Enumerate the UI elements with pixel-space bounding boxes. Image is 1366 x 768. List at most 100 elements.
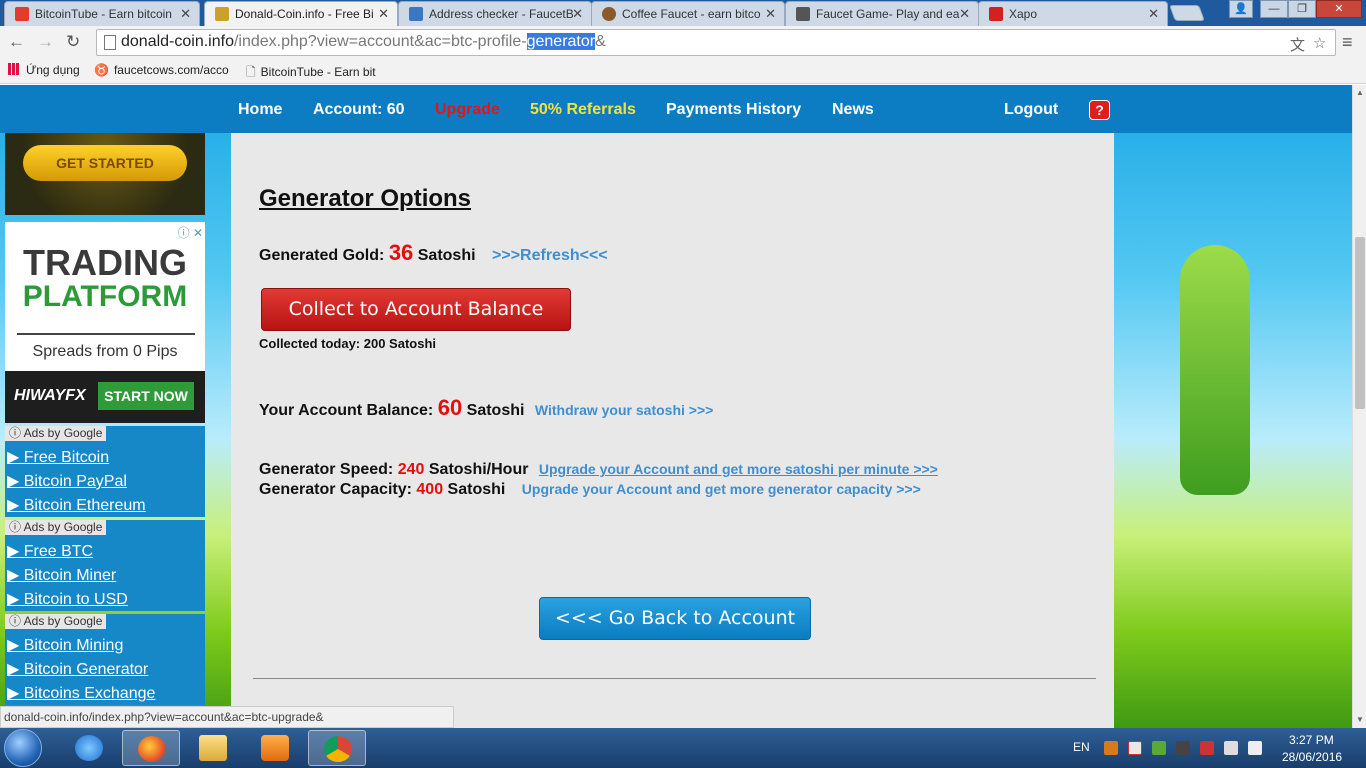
ads-by-google[interactable]: ⓘ Ads by Google bbox=[5, 426, 107, 441]
ads-by-google[interactable]: ⓘ Ads by Google bbox=[5, 614, 107, 629]
tab-label: Address checker - FaucetB bbox=[429, 7, 574, 21]
forward-arrow-icon[interactable]: → bbox=[37, 32, 54, 52]
audio-app-icon[interactable] bbox=[1104, 741, 1118, 755]
clock-date[interactable]: 28/06/2016 bbox=[1282, 750, 1342, 764]
nav-referrals[interactable]: 50% Referrals bbox=[530, 101, 636, 119]
ad-link[interactable]: ▶ Bitcoin Mining bbox=[7, 635, 123, 655]
upgrade-speed-link[interactable]: Upgrade your Account and get more satosh… bbox=[539, 461, 938, 477]
user-icon[interactable]: 👤 bbox=[1229, 0, 1253, 18]
hiwayfx-logo: HIWAYFX bbox=[14, 387, 86, 404]
clock-time[interactable]: 3:27 PM bbox=[1289, 733, 1334, 747]
reload-icon[interactable]: ↻ bbox=[66, 32, 80, 52]
address-bar[interactable]: donald-coin.info/index.php?view=account&… bbox=[96, 29, 1336, 56]
ad-headline: TRADING bbox=[23, 242, 187, 283]
bookmark-faucetcows[interactable]: ♉ faucetcows.com/acco bbox=[94, 63, 229, 77]
upgrade-capacity-link[interactable]: Upgrade your Account and get more genera… bbox=[522, 481, 921, 497]
xapo-favicon-icon bbox=[989, 7, 1003, 21]
tab-donald-coin[interactable]: Donald-Coin.info - Free Bi ✕ bbox=[204, 1, 398, 26]
taskbar-explorer[interactable] bbox=[184, 730, 242, 766]
network-app-icon[interactable] bbox=[1152, 741, 1166, 755]
close-tab-icon[interactable]: ✕ bbox=[959, 6, 970, 22]
monitor-icon[interactable] bbox=[1176, 741, 1190, 755]
ad-link[interactable]: ▶ Bitcoin PayPal bbox=[7, 471, 127, 491]
close-tab-icon[interactable]: ✕ bbox=[180, 6, 191, 22]
collect-button[interactable]: Collect to Account Balance bbox=[261, 288, 571, 331]
maximize-button[interactable]: ❐ bbox=[1288, 0, 1316, 18]
ads-by-google[interactable]: ⓘ Ads by Google bbox=[5, 520, 107, 535]
generated-label: Generated Gold: bbox=[259, 247, 385, 264]
back-arrow-icon[interactable]: ← bbox=[8, 32, 25, 52]
translate-icon[interactable]: 文 bbox=[1290, 34, 1305, 55]
scroll-up-arrow-icon[interactable]: ▲ bbox=[1356, 88, 1364, 97]
cow-icon: ♉ bbox=[94, 63, 109, 77]
ad-banner-get-started[interactable]: GET STARTED bbox=[5, 133, 205, 215]
refresh-link[interactable]: >>>Refresh<<< bbox=[492, 247, 608, 264]
url-tail: & bbox=[595, 33, 606, 50]
nav-upgrade[interactable]: Upgrade bbox=[435, 101, 500, 119]
ad-link[interactable]: ▶ Bitcoin Generator bbox=[7, 659, 148, 679]
balance-value: 60 bbox=[437, 395, 463, 420]
tab-label: Coffee Faucet - earn bitco bbox=[622, 7, 761, 21]
tab-address-checker[interactable]: Address checker - FaucetB ✕ bbox=[398, 1, 592, 26]
tab-faucet-game[interactable]: Faucet Game- Play and ea ✕ bbox=[785, 1, 979, 26]
bookmark-star-icon[interactable]: ☆ bbox=[1313, 34, 1326, 52]
ad-choices-icon[interactable]: ⓘ ✕ bbox=[178, 224, 203, 241]
withdraw-link[interactable]: Withdraw your satoshi >>> bbox=[535, 402, 713, 418]
media-player-icon bbox=[261, 735, 289, 761]
ad-link[interactable]: ▶ Free Bitcoin bbox=[7, 447, 109, 467]
taskbar-chrome[interactable] bbox=[308, 730, 366, 766]
tab-xapo[interactable]: Xapo ✕ bbox=[978, 1, 1168, 26]
bookmark-apps[interactable]: Ứng dụng bbox=[8, 63, 80, 77]
url-text[interactable]: donald-coin.info/index.php?view=account&… bbox=[121, 33, 606, 51]
speed-label: Generator Speed: bbox=[259, 461, 394, 478]
tab-label: Faucet Game- Play and ea bbox=[816, 7, 960, 21]
scroll-down-arrow-icon[interactable]: ▼ bbox=[1356, 715, 1364, 724]
ad-link[interactable]: ▶ Bitcoin Ethereum bbox=[7, 495, 146, 515]
nav-logout[interactable]: Logout bbox=[1004, 101, 1058, 119]
tab-coffee-faucet[interactable]: Coffee Faucet - earn bitco ✕ bbox=[591, 1, 785, 26]
ad-link[interactable]: ▶ Free BTC bbox=[7, 541, 93, 561]
back-to-account-button[interactable]: <<< Go Back to Account bbox=[539, 597, 811, 640]
close-tab-icon[interactable]: ✕ bbox=[1148, 6, 1159, 22]
help-icon[interactable]: ? bbox=[1089, 100, 1110, 120]
url-path: /index.php?view=account&ac=btc-profile- bbox=[233, 33, 527, 50]
nav-account[interactable]: Account: 60 bbox=[313, 101, 405, 119]
get-started-button[interactable]: GET STARTED bbox=[23, 145, 187, 181]
volume-icon[interactable] bbox=[1248, 741, 1262, 755]
close-tab-icon[interactable]: ✕ bbox=[572, 6, 583, 22]
taskbar-media[interactable] bbox=[246, 730, 304, 766]
ad-headline-2: PLATFORM bbox=[22, 280, 188, 313]
bookmark-label: BitcoinTube - Earn bit bbox=[260, 65, 376, 79]
minimize-button[interactable]: — bbox=[1260, 0, 1288, 18]
nav-home[interactable]: Home bbox=[238, 101, 282, 119]
ad-link[interactable]: ▶ Bitcoin to USD bbox=[7, 589, 128, 609]
v-app-icon[interactable] bbox=[1128, 741, 1142, 755]
scroll-thumb[interactable] bbox=[1355, 237, 1365, 409]
nav-payments-history[interactable]: Payments History bbox=[666, 101, 801, 119]
firefox-icon bbox=[138, 736, 166, 762]
start-button[interactable] bbox=[4, 729, 42, 767]
taskbar-ie[interactable] bbox=[60, 730, 118, 766]
ad-link[interactable]: ▶ Bitcoin Miner bbox=[7, 565, 116, 585]
language-indicator[interactable]: EN bbox=[1073, 740, 1090, 754]
balance-label: Your Account Balance: bbox=[259, 402, 434, 419]
ad-trading-platform[interactable]: ⓘ ✕ TRADING PLATFORM Spreads from 0 Pips… bbox=[5, 222, 205, 423]
bookmark-bitcointube[interactable]: 🗋 BitcoinTube - Earn bit bbox=[246, 63, 376, 84]
browser-menu-icon[interactable]: ≡ bbox=[1342, 32, 1353, 53]
collected-today: Collected today: 200 Satoshi bbox=[259, 336, 436, 351]
nav-news[interactable]: News bbox=[832, 101, 874, 119]
close-tab-icon[interactable]: ✕ bbox=[378, 6, 389, 22]
close-window-button[interactable]: ✕ bbox=[1316, 0, 1362, 18]
ad-link[interactable]: ▶ Bitcoins Exchange bbox=[7, 683, 155, 703]
vertical-scrollbar[interactable]: ▲ ▼ bbox=[1352, 85, 1366, 728]
start-now-button[interactable]: START NOW bbox=[98, 382, 194, 410]
tab-bitcointube[interactable]: BitcoinTube - Earn bitcoin ✕ bbox=[4, 1, 200, 26]
taskbar-firefox[interactable] bbox=[122, 730, 180, 766]
url-selection: generator bbox=[526, 33, 596, 50]
balance-unit: Satoshi bbox=[466, 402, 525, 419]
security-icon[interactable] bbox=[1200, 741, 1214, 755]
new-tab-button[interactable] bbox=[1169, 5, 1205, 21]
close-tab-icon[interactable]: ✕ bbox=[765, 6, 776, 22]
windows-taskbar: EN 3:27 PM 28/06/2016 bbox=[0, 728, 1366, 768]
signal-icon[interactable] bbox=[1224, 741, 1238, 755]
